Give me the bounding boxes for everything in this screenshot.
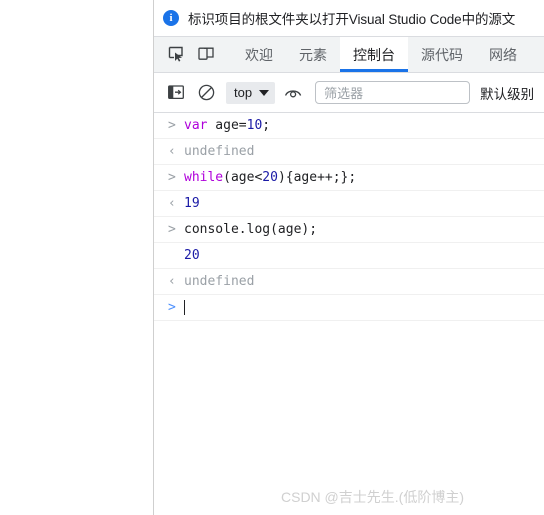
console-gutter-input-icon: > [168,170,176,185]
code-token: 19 [184,196,200,211]
console-message-text: while(age<20){age++;}; [184,170,356,185]
console-gutter-output-icon: ‹ [168,196,176,211]
console-gutter-prompt-icon: > [168,300,176,315]
tab-label: 欢迎 [245,46,273,63]
code-token: 20 [262,170,278,185]
devtools-panel: i 标识项目的根文件夹以打开Visual Studio Code中的源文 欢迎 … [153,0,544,515]
code-token: 10 [246,118,263,133]
console-message-row[interactable]: > var age=10; [154,113,544,139]
tab-network[interactable]: 网络 [476,37,530,72]
console-message-text: console.log(age); [184,222,317,237]
console-message-row[interactable]: ‹ undefined [154,139,544,165]
code-token: ; [262,118,271,133]
filter-placeholder: 筛选器 [324,86,364,101]
tab-list: 欢迎 元素 控制台 源代码 网络 [232,37,530,72]
device-toolbar-icon [197,47,214,60]
code-token: var [184,118,208,133]
tab-label: 元素 [299,46,327,63]
code-token: 20 [184,248,200,263]
clear-console-icon [198,84,214,101]
notification-message: 标识项目的根文件夹以打开Visual Studio Code中的源文 [188,12,516,27]
console-sidebar-button[interactable] [162,79,190,107]
chevron-down-icon [259,89,270,96]
console-toolbar: top 筛选器 默认级别 [154,73,544,113]
console-message-row[interactable]: > while(age<20){age++;}; [154,165,544,191]
log-levels-label: 默认级别 [480,86,535,102]
filter-input[interactable]: 筛选器 [315,81,471,104]
console-message-row[interactable]: ‹ undefined [154,269,544,295]
tab-elements[interactable]: 元素 [286,37,340,72]
notification-bar: i 标识项目的根文件夹以打开Visual Studio Code中的源文 [154,0,544,36]
live-expression-button[interactable] [279,79,307,107]
console-gutter-output-icon: ‹ [168,274,176,289]
tab-label: 控制台 [353,46,395,63]
console-gutter-output-icon: ‹ [168,144,176,159]
tab-sources[interactable]: 源代码 [408,37,476,72]
tab-label: 源代码 [421,46,463,63]
page-content-blank-area [0,0,153,515]
tab-welcome[interactable]: 欢迎 [232,37,286,72]
console-gutter-input-icon: > [168,222,176,237]
code-token: ){age++;}; [277,170,357,185]
console-gutter-input-icon: > [168,118,176,133]
console-message-row[interactable]: > [154,295,544,321]
device-toolbar-button[interactable] [191,37,221,72]
text-cursor [184,300,185,315]
code-token: while [184,170,224,185]
tab-label: 网络 [489,46,517,63]
devtools-tabbar: 欢迎 元素 控制台 源代码 网络 [154,36,544,73]
console-message-row[interactable]: > console.log(age); [154,217,544,243]
console-message-row[interactable]: ‹ 19 [154,191,544,217]
console-message-text: 20 [184,248,200,263]
execution-context-select[interactable]: top [226,81,276,104]
tab-console[interactable]: 控制台 [340,37,408,72]
log-levels-dropdown[interactable]: 默认级别 [480,83,534,103]
code-token: undefined [184,274,255,289]
console-message-list[interactable]: > var age=10; ‹ undefined > while(age<20){age… [154,113,544,515]
csdn-watermark: CSDN @吉士先生.(低阶博主) [281,489,464,505]
console-message-row[interactable]: 20 [154,243,544,269]
code-token: age= [207,118,247,133]
live-expression-eye-icon [284,90,301,98]
console-sidebar-icon [167,85,184,100]
inspect-element-icon [168,46,183,62]
clear-console-button[interactable] [192,79,220,107]
inspect-element-button[interactable] [161,37,191,72]
console-message-text: undefined [184,274,254,289]
code-token: (age< [223,170,263,185]
execution-context-label: top [234,85,253,100]
console-message-text: 19 [184,196,200,211]
console-message-text: var age=10; [184,118,270,133]
info-icon: i [163,10,179,26]
code-token: console.log(age); [184,222,318,237]
console-message-text: undefined [184,144,254,159]
code-token: undefined [184,144,255,159]
